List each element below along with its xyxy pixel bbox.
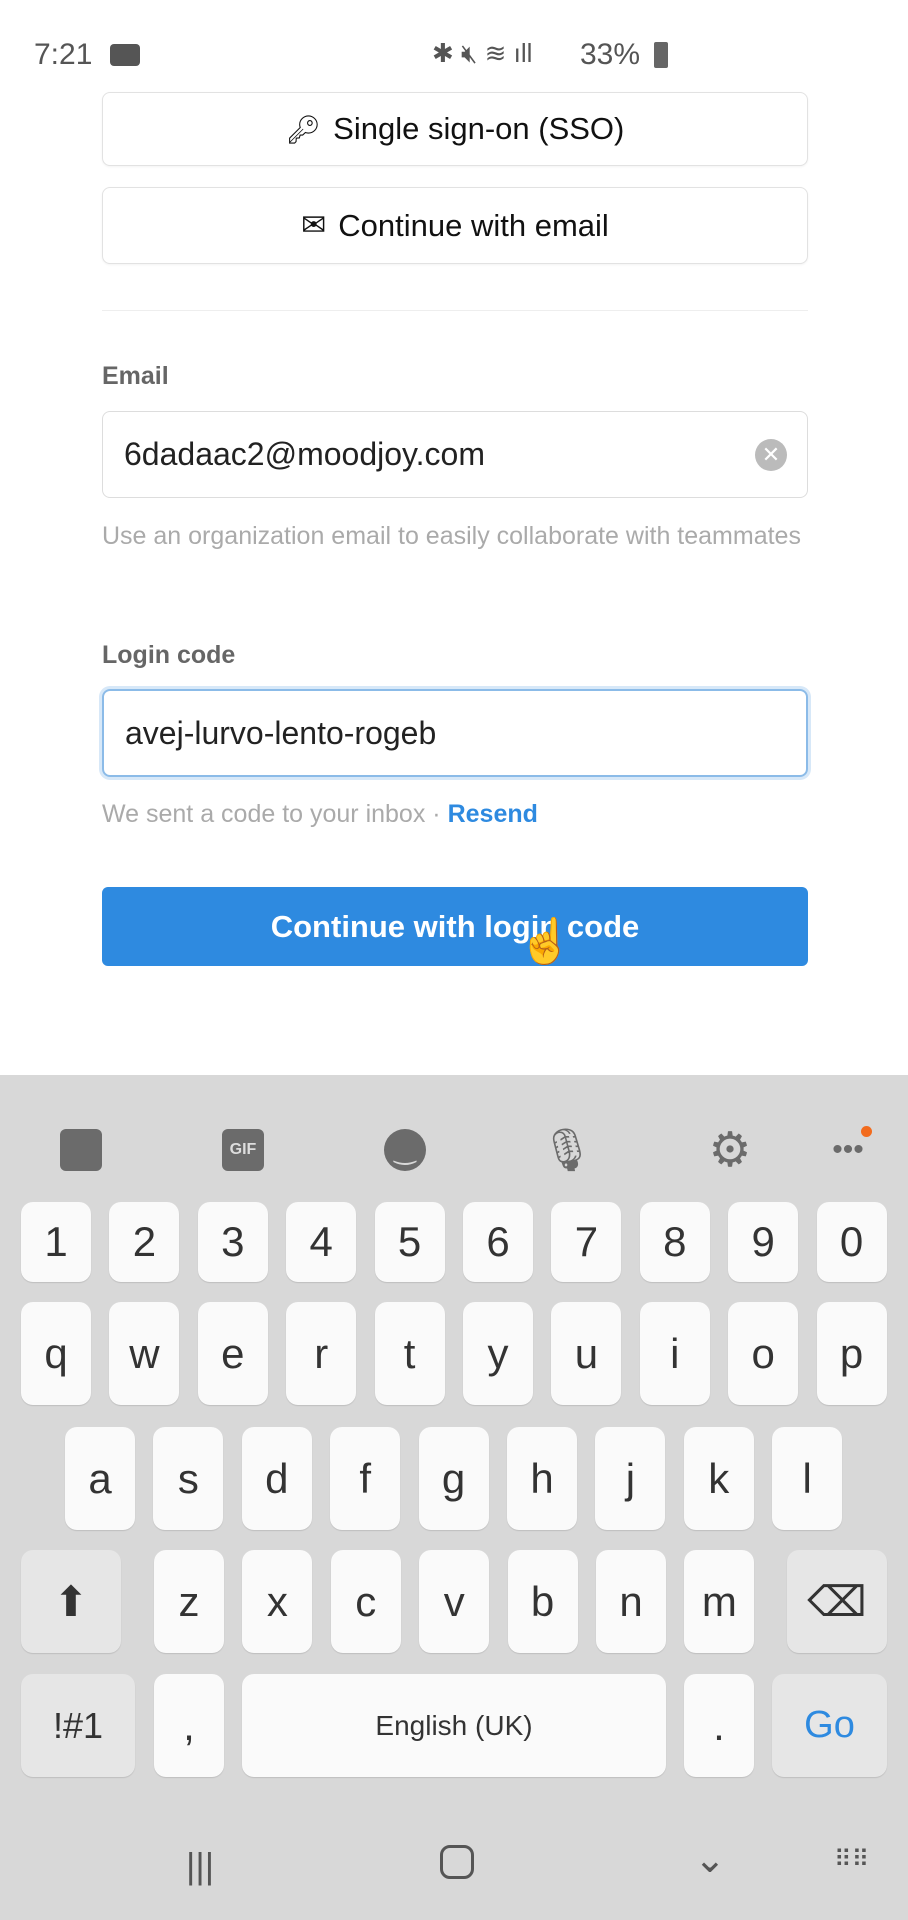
key-e[interactable]: e [197,1302,268,1405]
symbols-key[interactable]: !#1 [21,1674,135,1777]
key-h[interactable]: h [507,1427,577,1530]
backspace-key[interactable]: ⌫ [787,1550,887,1653]
key-g[interactable]: g [418,1427,489,1530]
keyboard-switch-icon[interactable]: ⠿⠿ [834,1845,869,1874]
email-value: 6dadaac2@moodjoy.com [124,436,485,472]
space-key[interactable]: English (UK) [242,1674,666,1777]
key-d[interactable]: d [241,1427,312,1530]
divider [102,310,808,311]
key-6[interactable]: 6 [463,1202,533,1282]
emoji-icon[interactable]: ‿ [375,1120,435,1180]
key-q[interactable]: q [21,1302,91,1405]
key-a[interactable]: a [65,1427,135,1530]
recent-apps-button[interactable]: ||| [186,1845,214,1887]
key-s[interactable]: s [153,1427,224,1530]
continue-with-email-button[interactable]: ✉ Continue with email [102,187,808,264]
key-v[interactable]: v [419,1550,490,1653]
code-sent-text: We sent a code to your inbox · [102,800,441,828]
key-n[interactable]: n [596,1550,666,1653]
sticker-icon[interactable] [51,1120,111,1180]
email-field[interactable]: 6dadaac2@moodjoy.com ✕ [102,411,808,498]
key-w[interactable]: w [109,1302,180,1405]
battery-icon [654,42,668,68]
submit-label: Continue with login code [270,908,640,944]
login-code-field[interactable]: avej-lurvo-lento-rogeb [102,689,808,777]
period-key[interactable]: . [684,1674,754,1777]
hide-keyboard-button[interactable]: ⌄ [694,1837,726,1882]
key-icon: 🔑︎ [285,113,322,145]
key-t[interactable]: t [374,1302,445,1405]
key-z[interactable]: z [154,1550,224,1653]
key-m[interactable]: m [684,1550,755,1653]
key-o[interactable]: o [728,1302,799,1405]
more-icon[interactable]: ••• [818,1120,878,1180]
login-code-helper: We sent a code to your inbox · Resend [102,795,808,833]
key-j[interactable]: j [595,1427,666,1530]
envelope-icon: ✉ [301,209,327,242]
key-x[interactable]: x [242,1550,313,1653]
battery-percent: 33% [580,38,641,71]
status-icons: ✱ 🔇︎ ≋ ıll [432,38,533,68]
key-i[interactable]: i [639,1302,710,1405]
keyboard: GIF ‿ 🎙︎ ⚙ ••• ⬆ ⌫ !#1 , English (UK) . … [0,1075,908,1920]
key-8[interactable]: 8 [639,1202,710,1282]
login-code-value: avej-lurvo-lento-rogeb [125,714,437,751]
mic-icon[interactable]: 🎙︎ [537,1120,597,1180]
key-4[interactable]: 4 [286,1202,357,1282]
key-c[interactable]: c [330,1550,401,1653]
gif-icon[interactable]: GIF [213,1120,273,1180]
sso-button[interactable]: 🔑︎ Single sign-on (SSO) [102,92,808,166]
status-bar: 7:21 ✱ 🔇︎ ≋ ıll 33% [0,30,908,80]
key-r[interactable]: r [286,1302,357,1405]
clear-icon[interactable]: ✕ [755,439,787,471]
key-f[interactable]: f [330,1427,401,1530]
key-9[interactable]: 9 [728,1202,799,1282]
key-y[interactable]: y [463,1302,533,1405]
key-5[interactable]: 5 [374,1202,445,1282]
key-7[interactable]: 7 [551,1202,622,1282]
key-k[interactable]: k [683,1427,754,1530]
email-button-label: Continue with email [338,207,609,243]
key-0[interactable]: 0 [816,1202,887,1282]
email-label: Email [102,362,169,390]
shift-key[interactable]: ⬆ [21,1550,121,1653]
clock: 7:21 [34,38,93,71]
login-code-label: Login code [102,641,236,669]
key-b[interactable]: b [507,1550,578,1653]
key-3[interactable]: 3 [197,1202,268,1282]
key-1[interactable]: 1 [21,1202,91,1282]
key-p[interactable]: p [816,1302,887,1405]
home-button[interactable] [440,1845,474,1879]
key-2[interactable]: 2 [109,1202,180,1282]
go-key[interactable]: Go [772,1674,887,1777]
screen-record-icon [110,44,140,66]
notification-dot [861,1126,872,1137]
settings-icon[interactable]: ⚙ [700,1120,760,1180]
key-u[interactable]: u [551,1302,622,1405]
sso-label: Single sign-on (SSO) [333,111,625,146]
email-helper: Use an organization email to easily coll… [102,522,801,550]
continue-with-login-code-button[interactable]: Continue with login code [102,887,808,966]
comma-key[interactable]: , [154,1674,224,1777]
key-l[interactable]: l [772,1427,843,1530]
hand-cursor-icon: ☝ [518,917,573,966]
resend-link[interactable]: Resend [448,800,538,828]
